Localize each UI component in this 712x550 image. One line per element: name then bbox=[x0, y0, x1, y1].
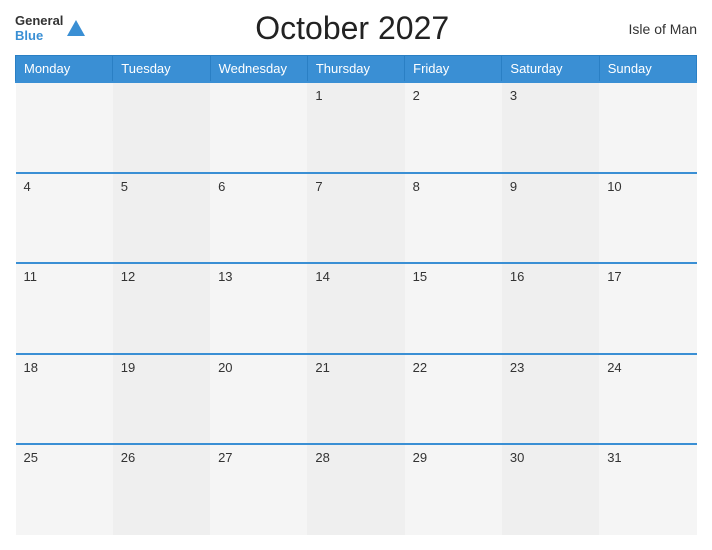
logo-icon bbox=[65, 18, 87, 40]
calendar-day-cell: 28 bbox=[307, 444, 404, 535]
day-number: 22 bbox=[413, 360, 427, 375]
calendar-day-cell: 5 bbox=[113, 173, 210, 264]
calendar-day-cell: 15 bbox=[405, 263, 502, 354]
day-number: 11 bbox=[24, 269, 38, 284]
day-number: 17 bbox=[607, 269, 621, 284]
day-number: 5 bbox=[121, 179, 128, 194]
day-number: 24 bbox=[607, 360, 621, 375]
day-number: 26 bbox=[121, 450, 135, 465]
day-number: 4 bbox=[24, 179, 31, 194]
logo-blue: Blue bbox=[15, 29, 63, 43]
day-number: 1 bbox=[315, 88, 322, 103]
calendar-day-cell: 24 bbox=[599, 354, 696, 445]
calendar-day-cell: 19 bbox=[113, 354, 210, 445]
calendar-day-cell: 21 bbox=[307, 354, 404, 445]
day-number: 30 bbox=[510, 450, 524, 465]
calendar-day-cell bbox=[599, 82, 696, 173]
calendar-week-row: 25 26 27 28 29 30 31 bbox=[16, 444, 697, 535]
calendar-day-cell: 4 bbox=[16, 173, 113, 264]
calendar-day-cell: 29 bbox=[405, 444, 502, 535]
calendar-body: 1234567891011121314151617181920212223242… bbox=[16, 82, 697, 535]
day-number: 16 bbox=[510, 269, 524, 284]
calendar-region: Isle of Man bbox=[617, 21, 697, 37]
day-number: 21 bbox=[315, 360, 329, 375]
header-saturday: Saturday bbox=[502, 56, 599, 83]
calendar-day-cell: 12 bbox=[113, 263, 210, 354]
logo-text: General Blue bbox=[15, 14, 63, 43]
calendar-day-cell: 23 bbox=[502, 354, 599, 445]
logo: General Blue bbox=[15, 14, 87, 43]
calendar-container: General Blue October 2027 Isle of Man Mo… bbox=[0, 0, 712, 550]
day-number: 19 bbox=[121, 360, 135, 375]
calendar-day-cell: 2 bbox=[405, 82, 502, 173]
day-number: 9 bbox=[510, 179, 517, 194]
calendar-day-cell: 20 bbox=[210, 354, 307, 445]
calendar-day-cell: 7 bbox=[307, 173, 404, 264]
calendar-day-cell: 3 bbox=[502, 82, 599, 173]
calendar-week-row: 4 5 6 7 8 9 10 bbox=[16, 173, 697, 264]
calendar-header: General Blue October 2027 Isle of Man bbox=[15, 10, 697, 47]
calendar-day-cell: 11 bbox=[16, 263, 113, 354]
calendar-day-cell: 25 bbox=[16, 444, 113, 535]
calendar-day-cell: 13 bbox=[210, 263, 307, 354]
calendar-day-cell: 27 bbox=[210, 444, 307, 535]
header-sunday: Sunday bbox=[599, 56, 696, 83]
day-number: 14 bbox=[315, 269, 329, 284]
calendar-day-cell bbox=[16, 82, 113, 173]
calendar-day-cell: 9 bbox=[502, 173, 599, 264]
header-thursday: Thursday bbox=[307, 56, 404, 83]
header-tuesday: Tuesday bbox=[113, 56, 210, 83]
header-friday: Friday bbox=[405, 56, 502, 83]
day-number: 6 bbox=[218, 179, 225, 194]
header-monday: Monday bbox=[16, 56, 113, 83]
day-number: 12 bbox=[121, 269, 135, 284]
day-number: 15 bbox=[413, 269, 427, 284]
calendar-day-cell: 16 bbox=[502, 263, 599, 354]
day-number: 28 bbox=[315, 450, 329, 465]
calendar-day-cell: 31 bbox=[599, 444, 696, 535]
day-number: 2 bbox=[413, 88, 420, 103]
calendar-day-cell: 10 bbox=[599, 173, 696, 264]
day-number: 20 bbox=[218, 360, 232, 375]
calendar-day-cell bbox=[210, 82, 307, 173]
calendar-day-cell: 8 bbox=[405, 173, 502, 264]
calendar-week-row: 11 12 13 14 15 16 17 bbox=[16, 263, 697, 354]
calendar-week-row: 18 19 20 21 22 23 24 bbox=[16, 354, 697, 445]
day-number: 8 bbox=[413, 179, 420, 194]
calendar-day-cell: 17 bbox=[599, 263, 696, 354]
calendar-day-cell: 26 bbox=[113, 444, 210, 535]
day-number: 10 bbox=[607, 179, 621, 194]
weekday-header-row: Monday Tuesday Wednesday Thursday Friday… bbox=[16, 56, 697, 83]
day-number: 23 bbox=[510, 360, 524, 375]
calendar-day-cell: 1 bbox=[307, 82, 404, 173]
header-wednesday: Wednesday bbox=[210, 56, 307, 83]
day-number: 27 bbox=[218, 450, 232, 465]
calendar-table: Monday Tuesday Wednesday Thursday Friday… bbox=[15, 55, 697, 535]
calendar-day-cell: 6 bbox=[210, 173, 307, 264]
day-number: 18 bbox=[24, 360, 38, 375]
day-number: 29 bbox=[413, 450, 427, 465]
day-number: 13 bbox=[218, 269, 232, 284]
calendar-day-cell bbox=[113, 82, 210, 173]
day-number: 7 bbox=[315, 179, 322, 194]
calendar-title: October 2027 bbox=[87, 10, 617, 47]
calendar-day-cell: 22 bbox=[405, 354, 502, 445]
calendar-week-row: 1 2 3 bbox=[16, 82, 697, 173]
calendar-day-cell: 14 bbox=[307, 263, 404, 354]
day-number: 25 bbox=[24, 450, 38, 465]
day-number: 31 bbox=[607, 450, 621, 465]
logo-general: General bbox=[15, 14, 63, 28]
day-number: 3 bbox=[510, 88, 517, 103]
calendar-day-cell: 18 bbox=[16, 354, 113, 445]
calendar-day-cell: 30 bbox=[502, 444, 599, 535]
